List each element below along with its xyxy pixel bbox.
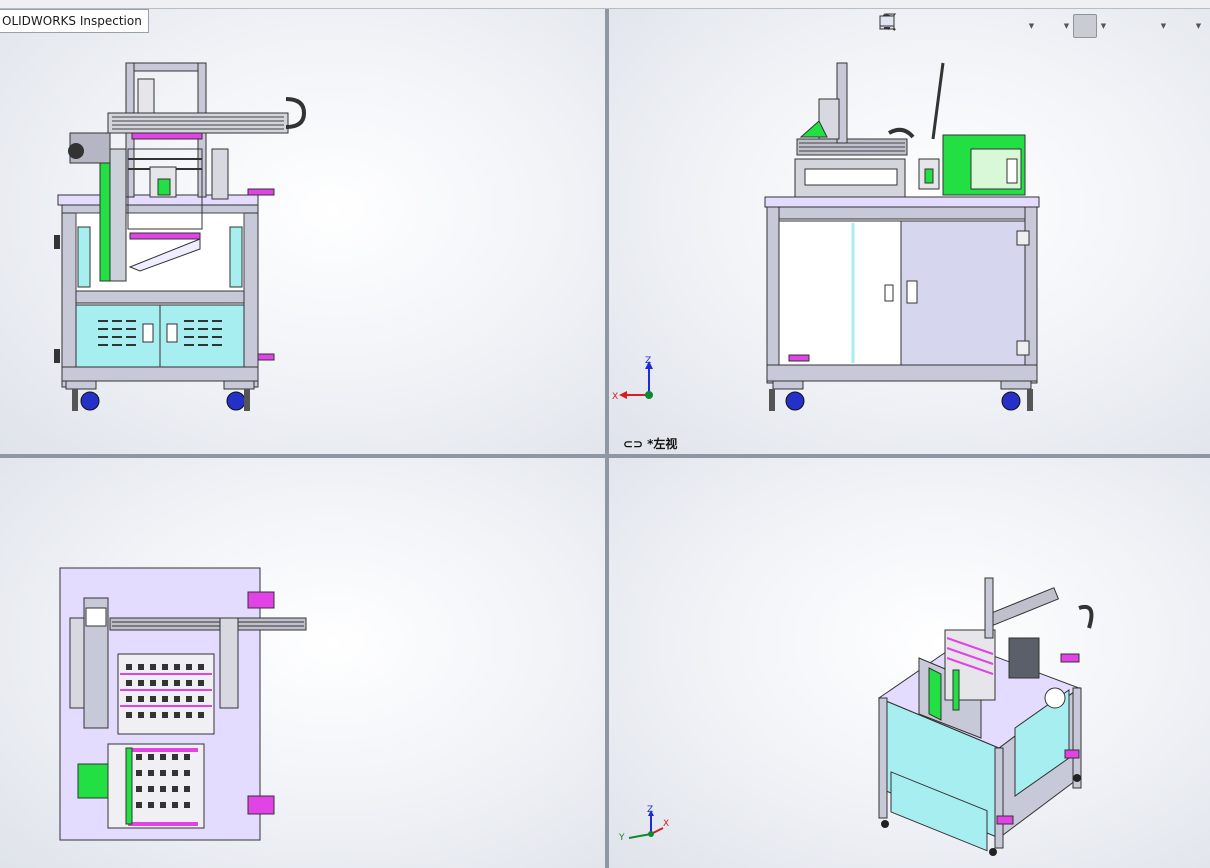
iso-axis-z-label: Z: [647, 805, 653, 815]
viewport-isometric[interactable]: Z Y X: [609, 458, 1210, 868]
dynamic-annotation-icon[interactable]: [879, 13, 1000, 37]
front-view-drawing: [54, 62, 307, 411]
previous-view-icon[interactable]: [880, 15, 950, 37]
view-name-label: ⊂⊃ *左视: [623, 435, 677, 452]
viewport-splitter-horizontal[interactable]: [0, 454, 1210, 458]
viewport-top-view[interactable]: [0, 458, 605, 868]
top-view-drawing: [59, 567, 307, 841]
inspection-tab[interactable]: OLIDWORKS Inspection: [0, 9, 149, 33]
zoom-to-area-icon[interactable]: [880, 15, 925, 37]
link-icon: ⊂⊃: [623, 436, 644, 451]
axis-z-label: Z: [645, 356, 651, 366]
edit-appearance-icon[interactable]: [880, 15, 1132, 37]
chevron-down-icon[interactable]: ▼: [1160, 15, 1167, 37]
iso-axis-triad: Z Y X: [618, 805, 669, 843]
iso-axis-x-label: X: [663, 819, 669, 829]
chevron-down-icon[interactable]: ▼: [1195, 15, 1202, 37]
iso-axis-y-label: Y: [618, 833, 625, 843]
apply-scene-icon[interactable]: [879, 14, 1157, 37]
heads-up-view-toolbar: ▼ ▼ ▼ ▼ ▼: [878, 13, 1202, 39]
viewport-splitter-vertical[interactable]: [605, 9, 609, 868]
chevron-down-icon[interactable]: ▼: [1028, 15, 1035, 37]
view-name-text: *左视: [647, 437, 678, 451]
section-view-icon[interactable]: [880, 15, 975, 37]
viewport-front[interactable]: [0, 9, 605, 454]
hide-show-items-icon[interactable]: [879, 14, 1097, 38]
chevron-down-icon[interactable]: ▼: [1100, 15, 1107, 37]
chevron-down-icon[interactable]: ▼: [1063, 15, 1070, 37]
isometric-drawing: [877, 577, 1094, 856]
axis-triad: Z X: [612, 356, 653, 402]
window-top-strip: [0, 0, 1210, 9]
display-style-icon[interactable]: [879, 13, 1060, 37]
axis-x-label: X: [612, 392, 618, 402]
left-view-drawing: [764, 62, 1040, 411]
view-settings-icon[interactable]: [879, 15, 1192, 37]
viewport-left-view[interactable]: Z X ⊂⊃ *左视 ▼ ▼ ▼ ▼ ▼: [609, 9, 1210, 454]
view-orientation-icon[interactable]: [879, 13, 1025, 37]
